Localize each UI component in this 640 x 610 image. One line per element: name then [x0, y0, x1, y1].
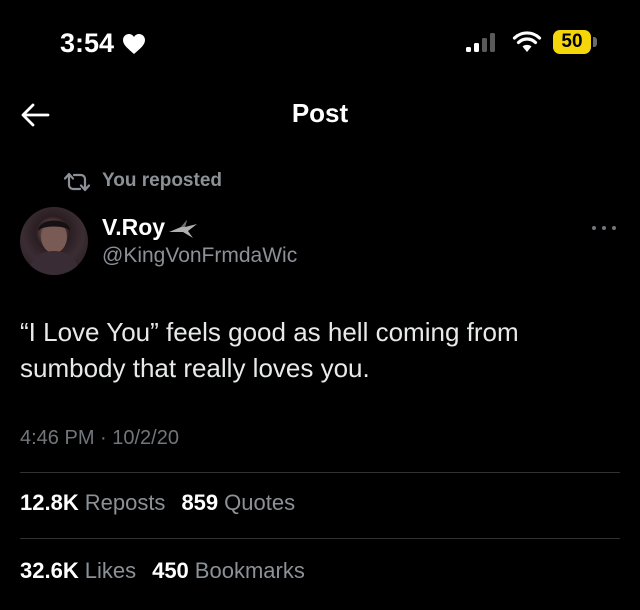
reposts-label[interactable]: Reposts	[85, 490, 166, 516]
likes-count[interactable]: 32.6K	[20, 558, 79, 584]
author-name[interactable]: V.Roy	[102, 214, 199, 241]
reposts-count[interactable]: 12.8K	[20, 490, 79, 516]
battery-nub	[593, 37, 597, 47]
tweet-text: “I Love You” feels good as hell coming f…	[20, 317, 519, 383]
author-handle[interactable]: @KingVonFrmdaWic	[102, 244, 297, 268]
signal-icon	[466, 33, 495, 52]
stats-row-reposts-quotes: 12.8K Reposts 859 Quotes	[20, 490, 305, 516]
quotes-count[interactable]: 859	[181, 490, 218, 516]
more-icon[interactable]	[590, 224, 618, 232]
quotes-label[interactable]: Quotes	[224, 490, 295, 516]
divider-top	[20, 472, 620, 473]
wifi-icon	[512, 31, 542, 52]
heart-icon	[123, 33, 146, 54]
status-time-text: 3:54	[60, 28, 115, 58]
repost-label: You reposted	[102, 170, 222, 191]
tweet-timestamp[interactable]: 4:46 PM · 10/2/20	[20, 427, 179, 450]
stats-row-likes-bookmarks: 32.6K Likes 450 Bookmarks	[20, 558, 315, 584]
bookmarks-label[interactable]: Bookmarks	[195, 558, 305, 584]
bird-emoji-icon	[169, 219, 198, 238]
status-bar-time: 3:54	[60, 28, 146, 59]
author-name-text: V.Roy	[102, 214, 166, 240]
repost-icon	[64, 172, 90, 192]
page-title: Post	[291, 98, 349, 128]
likes-label[interactable]: Likes	[85, 558, 136, 584]
divider-middle	[20, 538, 620, 539]
battery-indicator: 50	[553, 30, 591, 54]
avatar[interactable]	[20, 207, 88, 275]
bookmarks-count[interactable]: 450	[152, 558, 189, 584]
avatar-silhouette	[28, 220, 80, 275]
